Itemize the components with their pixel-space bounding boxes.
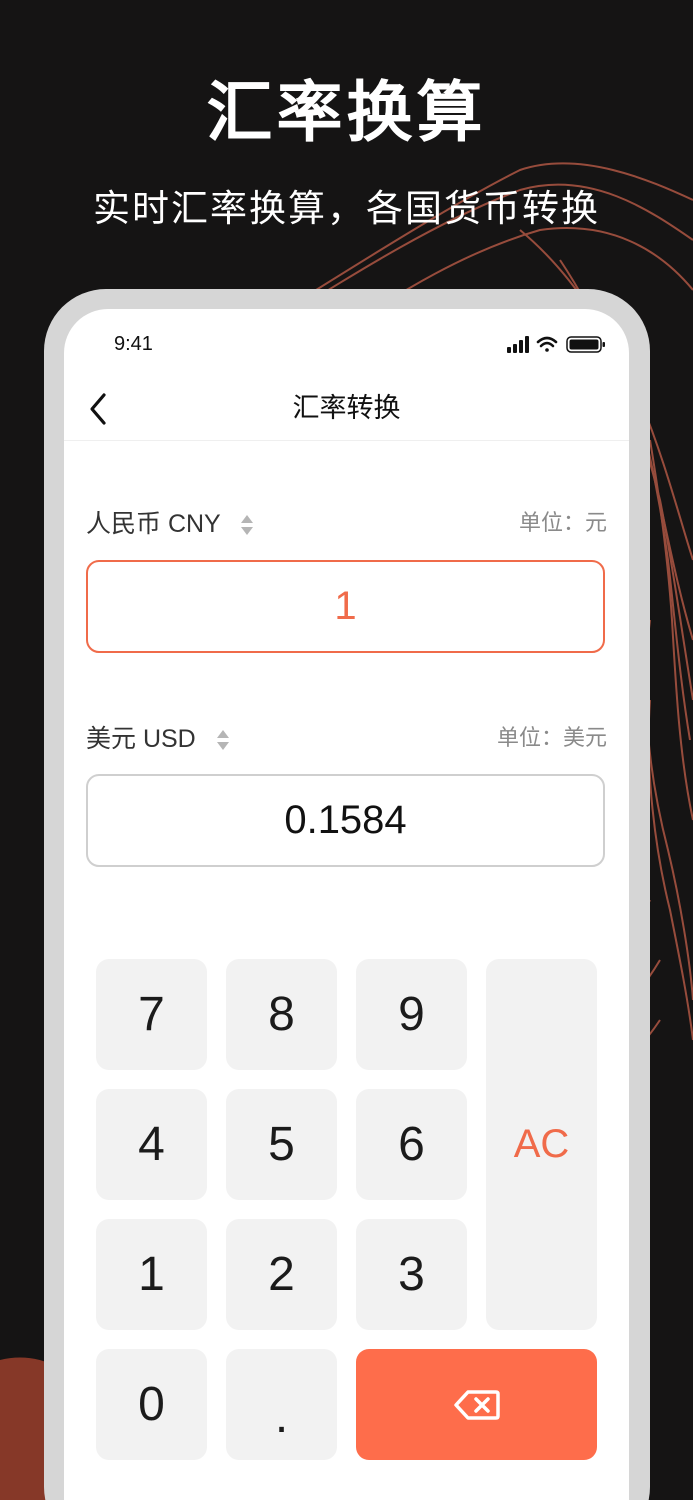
from-amount-field[interactable]: 1 xyxy=(86,560,605,653)
clear-button[interactable]: AC xyxy=(486,959,597,1330)
status-icons xyxy=(507,336,605,353)
signal-icon xyxy=(507,336,529,353)
phone-screen: 9:41 汇率转换 人民币 CNY 单位：元 1 美元 USD 单位：美元 0.… xyxy=(64,309,629,1500)
from-unit-label: 单位：元 xyxy=(518,511,607,536)
key-1[interactable]: 1 xyxy=(96,1219,207,1330)
nav-divider xyxy=(64,440,629,441)
delete-button[interactable] xyxy=(356,1349,597,1460)
key-6[interactable]: 6 xyxy=(356,1089,467,1200)
from-currency-selector[interactable]: 人民币 CNY xyxy=(86,508,255,540)
to-currency-selector[interactable]: 美元 USD xyxy=(86,723,231,755)
to-unit-label: 单位：美元 xyxy=(496,726,607,751)
sort-arrows-icon xyxy=(216,730,229,751)
from-currency-label: 人民币 CNY xyxy=(86,510,221,538)
key-decimal-label: . xyxy=(274,1390,289,1443)
key-5[interactable]: 5 xyxy=(226,1089,337,1200)
sort-arrows-icon xyxy=(241,515,254,536)
key-2[interactable]: 2 xyxy=(226,1219,337,1330)
key-9[interactable]: 9 xyxy=(356,959,467,1070)
battery-icon xyxy=(566,336,605,353)
to-amount-field: 0.1584 xyxy=(86,774,605,867)
backspace-icon xyxy=(453,1389,500,1420)
key-4[interactable]: 4 xyxy=(96,1089,207,1200)
key-7[interactable]: 7 xyxy=(96,959,207,1070)
page-title: 汇率转换 xyxy=(292,393,401,424)
key-decimal[interactable]: . xyxy=(226,1349,337,1460)
key-0[interactable]: 0 xyxy=(96,1349,207,1460)
status-time: 9:41 xyxy=(114,333,153,355)
wifi-icon xyxy=(536,336,558,352)
hero-title: 汇率换算 xyxy=(206,74,487,151)
promo-screen: 汇率换算 实时汇率换算，各国货币转换 9:41 汇率转换 人民币 CNY 单位：… xyxy=(0,0,693,1500)
key-3[interactable]: 3 xyxy=(356,1219,467,1330)
to-currency-label: 美元 USD xyxy=(86,725,196,753)
hero-subtitle: 实时汇率换算，各国货币转换 xyxy=(93,187,600,230)
key-8[interactable]: 8 xyxy=(226,959,337,1070)
